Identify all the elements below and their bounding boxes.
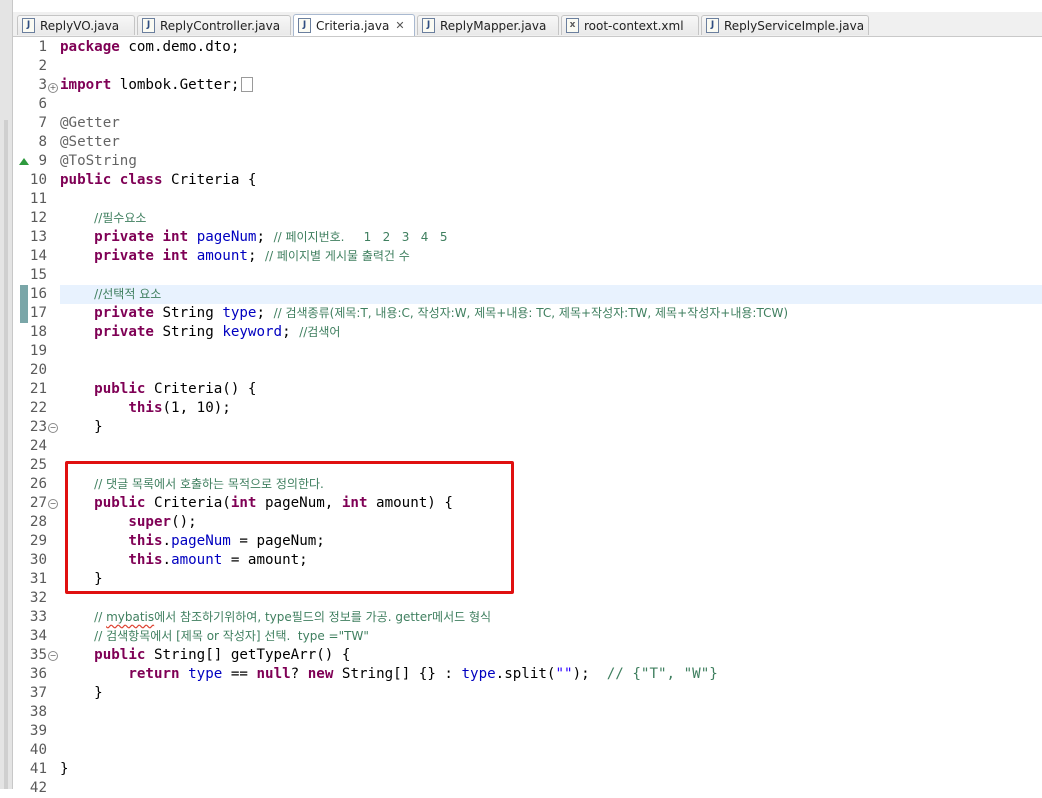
- collapse-fold-icon[interactable]: −: [48, 651, 58, 661]
- line-number: 12: [29, 210, 47, 226]
- line-number-ruler: 1 2 3 6 7 8 9 10 11 12 13 14 15 16 17 18…: [13, 37, 58, 796]
- line-number: 18: [29, 324, 47, 340]
- line-number: 14: [29, 248, 47, 264]
- code-line: private String type; // 검색종류(제목:T, 내용:C,…: [94, 305, 789, 321]
- java-file-icon: J: [422, 18, 435, 33]
- editor-tab-bar: J ReplyVO.java J ReplyController.java J Cri…: [13, 12, 1042, 37]
- override-marker-icon: [19, 158, 29, 165]
- code-line: private String keyword; //검색어: [94, 324, 341, 340]
- line-number: 8: [38, 134, 47, 150]
- code-line: public class Criteria {: [60, 172, 257, 188]
- code-line: }: [94, 685, 103, 701]
- line-number: 10: [29, 172, 47, 188]
- code-line: @Setter: [60, 134, 120, 150]
- left-panel-strip: [0, 0, 13, 789]
- line-number: 36: [29, 666, 47, 682]
- line-number: 35: [29, 647, 47, 663]
- code-line: private int amount; // 페이지별 게시물 출력건 수: [94, 248, 410, 264]
- code-line: @ToString: [60, 153, 137, 169]
- line-number: 21: [29, 381, 47, 397]
- line-number: 27: [29, 495, 47, 511]
- code-editor[interactable]: 1 2 3 6 7 8 9 10 11 12 13 14 15 16 17 18…: [13, 37, 1042, 796]
- line-number: 25: [29, 457, 47, 473]
- line-number: 7: [38, 115, 47, 131]
- line-number: 20: [29, 362, 47, 378]
- expand-fold-icon[interactable]: +: [48, 83, 58, 93]
- code-line: //선택적 요소: [94, 287, 162, 301]
- code-line: private int pageNum; // 페이지번호. 1 2 3 4 5: [94, 229, 448, 245]
- line-number: 41: [29, 761, 47, 777]
- line-number: 11: [29, 191, 47, 207]
- java-file-icon: J: [22, 18, 35, 33]
- line-number: 40: [29, 742, 47, 758]
- line-number: 16: [29, 286, 47, 302]
- line-number: 28: [29, 514, 47, 530]
- code-line: }: [60, 761, 69, 777]
- line-number: 1: [38, 39, 47, 55]
- code-line: }: [94, 419, 103, 435]
- left-scroll-track: [4, 120, 8, 789]
- line-number: 30: [29, 552, 47, 568]
- line-number: 39: [29, 723, 47, 739]
- code-text-area[interactable]: package com.demo.dto; import lombok.Gett…: [60, 37, 1042, 789]
- code-line: // mybatis에서 참조하기위하여, type필드의 정보를 가공. ge…: [94, 610, 492, 624]
- tab-replymapper[interactable]: J ReplyMapper.java: [417, 15, 559, 35]
- collapse-fold-icon[interactable]: −: [48, 423, 58, 433]
- line-number: 26: [29, 476, 47, 492]
- code-line: public String[] getTypeArr() {: [94, 647, 351, 663]
- collapsed-imports-icon[interactable]: [241, 76, 254, 92]
- line-number: 32: [29, 590, 47, 606]
- java-file-icon: J: [142, 18, 155, 33]
- change-marker: [20, 285, 28, 304]
- line-number: 31: [29, 571, 47, 587]
- collapse-fold-icon[interactable]: −: [48, 499, 58, 509]
- line-number: 38: [29, 704, 47, 720]
- code-line: import lombok.Getter;: [60, 76, 254, 95]
- line-number: 34: [29, 628, 47, 644]
- line-number: 13: [29, 229, 47, 245]
- change-marker: [20, 304, 28, 323]
- java-file-icon: J: [298, 18, 311, 33]
- code-line: // 검색항목에서 [제목 or 작성자] 선택. type ="TW": [94, 629, 369, 643]
- line-number: 33: [29, 609, 47, 625]
- close-icon[interactable]: ✕: [395, 19, 404, 32]
- code-line: @Getter: [60, 115, 120, 131]
- tab-criteria[interactable]: J Criteria.java ✕: [293, 14, 415, 36]
- code-line: //필수요소: [94, 211, 147, 225]
- line-number: 29: [29, 533, 47, 549]
- line-number: 2: [38, 58, 47, 74]
- xml-file-icon: x: [566, 18, 579, 33]
- line-number: 17: [29, 305, 47, 321]
- red-highlight-annotation: [65, 461, 514, 594]
- line-number: 15: [29, 267, 47, 283]
- tab-replycontroller[interactable]: J ReplyController.java: [137, 15, 291, 35]
- code-line: package com.demo.dto;: [60, 39, 240, 55]
- line-number: 22: [29, 400, 47, 416]
- line-number: 24: [29, 438, 47, 454]
- code-line: public Criteria() {: [94, 381, 257, 397]
- line-number: 6: [38, 96, 47, 112]
- code-line: this(1, 10);: [128, 400, 231, 416]
- tab-root-context[interactable]: x root-context.xml: [561, 15, 699, 35]
- line-number: 23: [29, 419, 47, 435]
- line-number: 19: [29, 343, 47, 359]
- java-file-icon: J: [706, 18, 719, 33]
- code-line: return type == null? new String[] {} : t…: [128, 666, 718, 682]
- line-number: 37: [29, 685, 47, 701]
- line-number: 3: [38, 77, 47, 93]
- tab-replyvo[interactable]: J ReplyVO.java: [17, 15, 135, 35]
- tab-replyserviceimple[interactable]: J ReplyServiceImple.java: [701, 15, 869, 35]
